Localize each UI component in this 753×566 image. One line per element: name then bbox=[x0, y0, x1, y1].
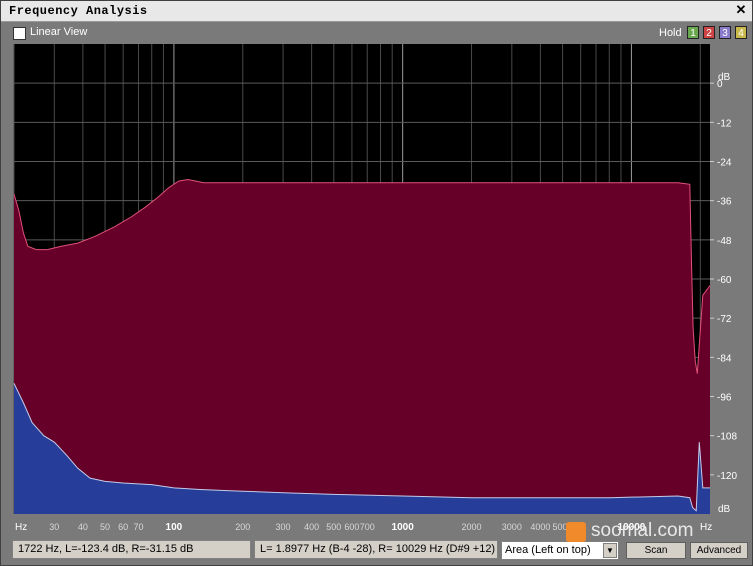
peak-readout: L= 1.8977 Hz (B-4 -28), R= 10029 Hz (D#9… bbox=[254, 540, 498, 559]
advanced-button[interactable]: Advanced bbox=[690, 542, 748, 559]
spectrum-plot[interactable]: Hz Hz 30 40 50 60 70 100 200 300 400 500 600 700 1000 2… bbox=[1, 44, 752, 543]
scan-button[interactable]: Scan bbox=[626, 542, 686, 559]
hold-button-1[interactable]: 1 bbox=[687, 26, 699, 39]
x-tick-label: 700 bbox=[360, 522, 375, 532]
x-axis-unit-left: Hz bbox=[15, 522, 27, 533]
x-tick-label: 70 bbox=[133, 522, 143, 532]
y-tick-label: -12 bbox=[717, 118, 732, 129]
x-axis-unit-right: Hz bbox=[700, 522, 712, 533]
view-mode-select[interactable]: Area (Left on top) ▼ bbox=[501, 541, 619, 560]
x-tick-label: 60 bbox=[118, 522, 128, 532]
hold-label: Hold bbox=[659, 27, 682, 39]
title-bar: Frequency Analysis ✕ bbox=[1, 1, 752, 22]
x-tick-label: 100 bbox=[166, 522, 183, 533]
x-tick-label: 50 bbox=[100, 522, 110, 532]
frequency-analysis-window: Frequency Analysis ✕ Linear View Hold 1 … bbox=[0, 0, 753, 566]
y-tick-label: -96 bbox=[717, 393, 732, 404]
x-tick-label: 30 bbox=[49, 522, 59, 532]
chevron-down-icon[interactable]: ▼ bbox=[603, 543, 617, 558]
x-tick-label: 200 bbox=[235, 522, 250, 532]
spectrum-svg[interactable]: Hz Hz 30 40 50 60 70 100 200 300 400 500 600 700 1000 2… bbox=[1, 44, 752, 538]
x-tick-label: 2000 bbox=[462, 522, 482, 532]
toolbar: Linear View Hold 1 2 3 4 bbox=[1, 22, 752, 44]
spectrum-areas bbox=[13, 178, 711, 514]
y-tick-label: -120 bbox=[717, 471, 737, 482]
y-tick-label: -108 bbox=[717, 432, 737, 443]
x-tick-label: 4000 bbox=[530, 522, 550, 532]
cursor-readout: 1722 Hz, L=-123.4 dB, R=-31.15 dB bbox=[12, 540, 251, 559]
y-tick-label: -84 bbox=[717, 353, 732, 364]
y-tick-label: -24 bbox=[717, 158, 732, 169]
x-tick-label: 1000 bbox=[392, 522, 415, 533]
x-tick-label: 500 bbox=[326, 522, 341, 532]
hold-button-4[interactable]: 4 bbox=[735, 26, 747, 39]
y-tick-label: -60 bbox=[717, 275, 732, 286]
watermark-logo-icon bbox=[566, 522, 586, 542]
y-tick-label: -48 bbox=[717, 236, 732, 247]
y-tick-label: -36 bbox=[717, 197, 732, 208]
y-tick-label: 0 bbox=[717, 79, 723, 90]
close-icon[interactable]: ✕ bbox=[734, 3, 748, 17]
hold-button-2[interactable]: 2 bbox=[703, 26, 715, 39]
x-tick-label: 40 bbox=[78, 522, 88, 532]
hold-button-3[interactable]: 3 bbox=[719, 26, 731, 39]
y-axis-labels: dBdB0-12-24-36-48-60-72-84-96-108-120 bbox=[710, 72, 737, 515]
x-tick-label: 400 bbox=[304, 522, 319, 532]
x-tick-label: 3000 bbox=[502, 522, 522, 532]
y-tick-label: -72 bbox=[717, 314, 732, 325]
linear-view-checkbox[interactable] bbox=[13, 27, 26, 40]
x-tick-label: 600 bbox=[344, 522, 359, 532]
view-mode-value: Area (Left on top) bbox=[505, 544, 591, 556]
y-axis-unit-bottom: dB bbox=[718, 504, 731, 515]
window-title: Frequency Analysis bbox=[9, 4, 148, 18]
x-tick-label: 300 bbox=[276, 522, 291, 532]
watermark-text: soomal.com bbox=[591, 520, 694, 541]
linear-view-label[interactable]: Linear View bbox=[30, 26, 87, 38]
series-area-1 bbox=[14, 179, 710, 514]
